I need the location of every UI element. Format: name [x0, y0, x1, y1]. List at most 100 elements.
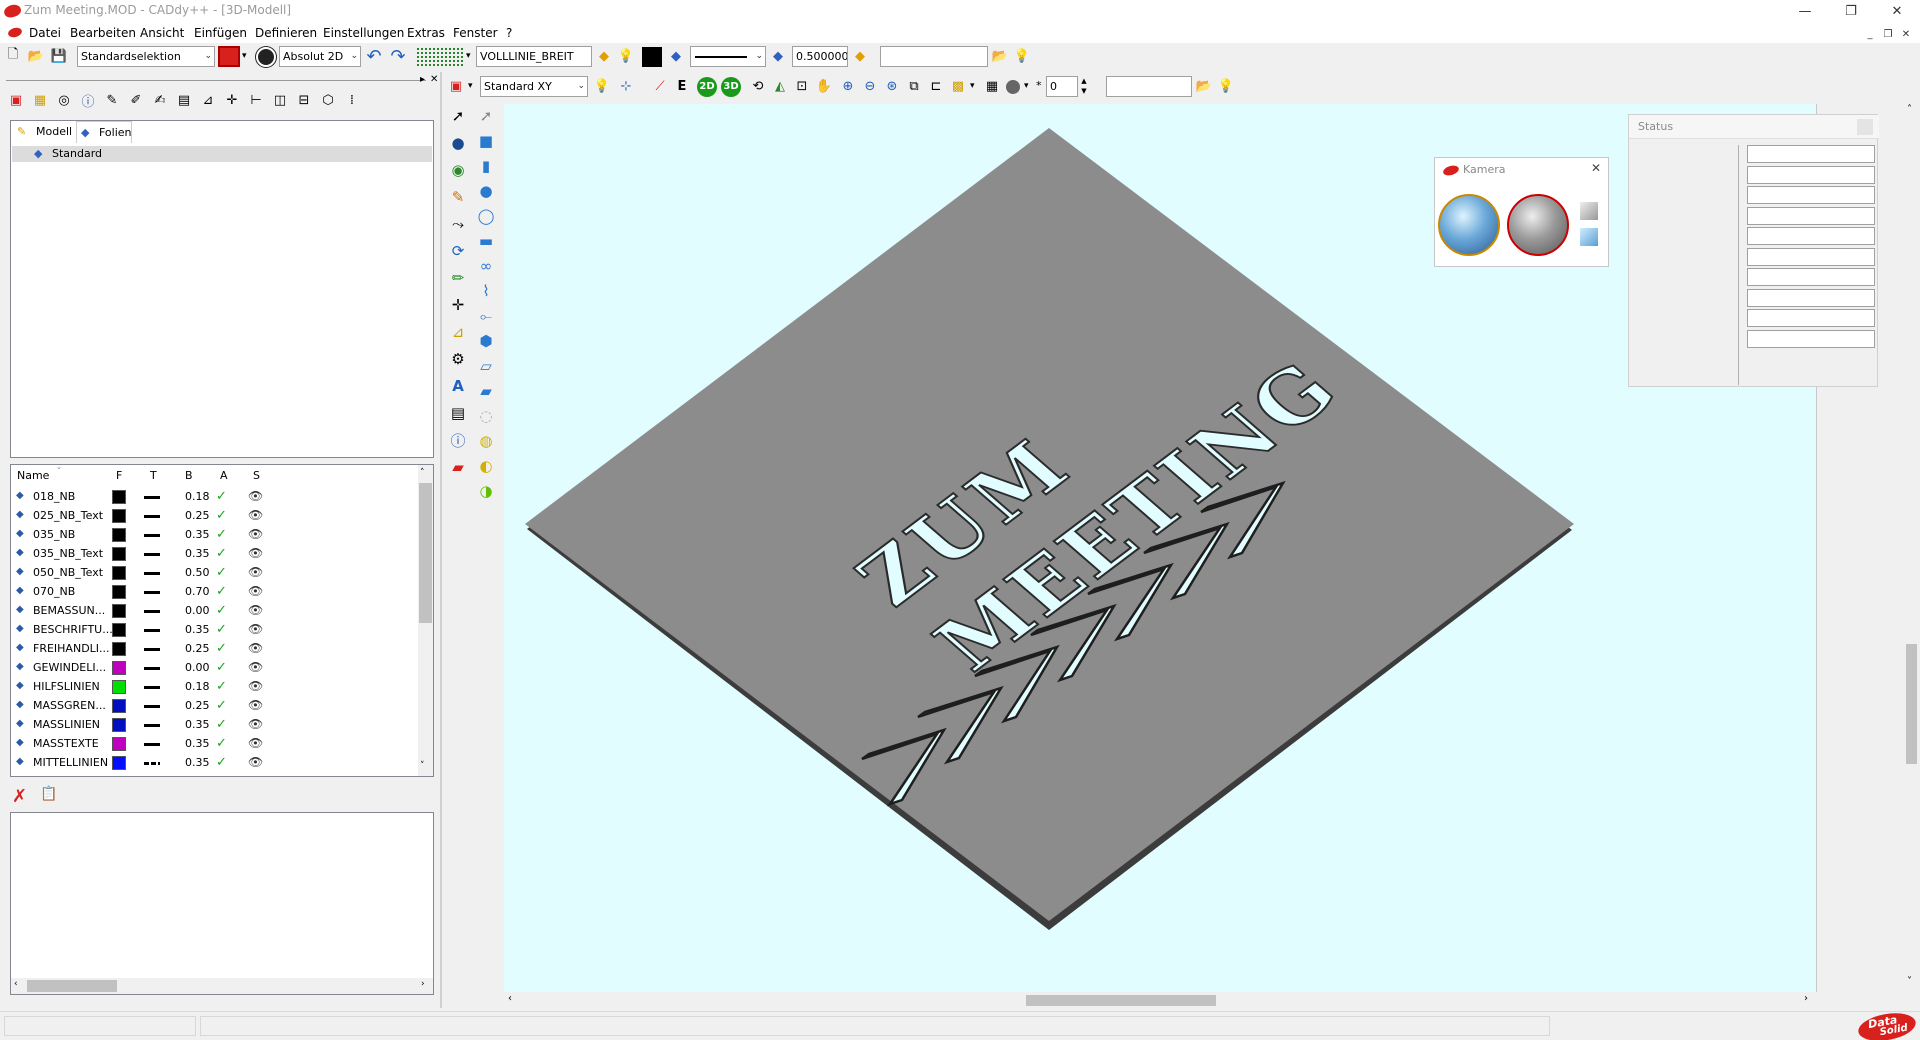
- box-icon[interactable]: ◫: [270, 90, 290, 110]
- col-name-header[interactable]: Name: [17, 468, 49, 484]
- layer-color-swatch[interactable]: [112, 661, 126, 675]
- view-3d-button[interactable]: 3D: [721, 77, 741, 97]
- section-icon[interactable]: ⊏: [926, 76, 946, 96]
- layer-scrollbar[interactable]: ˄ ˅: [418, 465, 433, 776]
- zoom-out-icon[interactable]: ⊖: [860, 76, 880, 96]
- refresh-icon[interactable]: ⟳: [446, 239, 470, 263]
- chevron-up-icon[interactable]: ˄: [420, 468, 425, 478]
- selection-filter-icon[interactable]: [218, 46, 240, 67]
- layer-row[interactable]: ◆ 070_NB 0.70 ✓ 👁: [12, 582, 417, 601]
- loft-icon[interactable]: ⬢: [474, 329, 498, 353]
- text-tool-icon[interactable]: A: [446, 374, 470, 398]
- linetype-name-field[interactable]: VOLLLINIE_BREIT: [476, 46, 592, 67]
- layer-row[interactable]: ◆ 025_NB_Text 0.25 ✓ 👁: [12, 506, 417, 525]
- check-icon[interactable]: ✓: [216, 639, 227, 658]
- layer-color-swatch[interactable]: [112, 566, 126, 580]
- layer-stack-icon[interactable]: ◆: [594, 46, 614, 66]
- hatch-icon[interactable]: ▤: [174, 90, 194, 110]
- bulb-icon[interactable]: 💡: [592, 76, 612, 96]
- check-icon[interactable]: ✓: [216, 525, 227, 544]
- view-cube-icon[interactable]: ▣: [446, 76, 466, 96]
- restore-button[interactable]: ❐: [1828, 0, 1874, 23]
- layer-linetype[interactable]: [144, 743, 160, 746]
- splitter[interactable]: [440, 72, 442, 1008]
- layer-width[interactable]: 0.35: [185, 620, 210, 639]
- hatch-icon[interactable]: ▤: [446, 401, 470, 425]
- layer-linetype[interactable]: [144, 686, 160, 689]
- hatch-view-icon[interactable]: ▦: [982, 76, 1002, 96]
- layer-row[interactable]: ◆ HILFSLINIEN 0.18 ✓ 👁: [12, 677, 417, 696]
- chevron-down-icon[interactable]: ▾: [466, 51, 471, 61]
- check-icon[interactable]: ✓: [216, 544, 227, 563]
- chevron-down-icon[interactable]: ˅: [1907, 976, 1912, 987]
- layer-row[interactable]: ◆ MASSGREN... 0.25 ✓ 👁: [12, 696, 417, 715]
- view-2d-button[interactable]: 2D: [697, 77, 717, 97]
- menu-bearbeiten[interactable]: Bearbeiten: [70, 23, 136, 43]
- layer-linetype[interactable]: [144, 572, 160, 575]
- menu-help[interactable]: ?: [506, 23, 512, 43]
- snap-mode-icon[interactable]: [256, 47, 276, 67]
- camera-cube-blue-icon[interactable]: [1580, 228, 1598, 246]
- view-plane-select[interactable]: Standard XY ⌄: [480, 76, 588, 97]
- chevron-left-icon[interactable]: ‹: [14, 979, 18, 989]
- layer-color-swatch[interactable]: [112, 604, 126, 618]
- material-icon[interactable]: [1006, 80, 1020, 94]
- menu-datei[interactable]: Datei: [29, 23, 61, 43]
- scrollbar-thumb[interactable]: [27, 980, 117, 992]
- layer-row[interactable]: ◆ BESCHRIFTU... 0.35 ✓ 👁: [12, 620, 417, 639]
- sphere-solid-icon[interactable]: ●: [474, 179, 498, 203]
- layer-manager-icon[interactable]: ▣: [6, 90, 26, 110]
- mdi-restore-button[interactable]: ❐: [1880, 27, 1896, 43]
- settings-icon[interactable]: ⚙: [446, 347, 470, 371]
- box-solid-icon[interactable]: ■: [474, 129, 498, 153]
- layer-width[interactable]: 0.00: [185, 601, 210, 620]
- select-solid-icon[interactable]: ➚: [474, 104, 498, 128]
- layer-color-swatch[interactable]: [112, 585, 126, 599]
- eye-icon[interactable]: 👁: [248, 525, 263, 544]
- layer-linetype[interactable]: [144, 762, 160, 765]
- layer-width[interactable]: 0.18: [185, 487, 210, 506]
- coord-mode-select[interactable]: Absolut 2D ⌄: [279, 46, 361, 67]
- fillet-icon[interactable]: ◑: [474, 479, 498, 503]
- eye-icon[interactable]: 👁: [248, 563, 263, 582]
- layer-color-swatch[interactable]: [112, 642, 126, 656]
- col-s-header[interactable]: S: [253, 468, 260, 484]
- edge-icon[interactable]: E: [672, 76, 692, 96]
- layer-row[interactable]: ◆ BEMASSUN... 0.00 ✓ 👁: [12, 601, 417, 620]
- zoom-previous-icon[interactable]: ⧉: [904, 76, 924, 96]
- dimension-icon[interactable]: ⊿: [446, 320, 470, 344]
- tab-folien[interactable]: ◆ Folien: [76, 121, 132, 143]
- subtract-icon[interactable]: ◍: [474, 429, 498, 453]
- layer-width[interactable]: 0.35: [185, 715, 210, 734]
- layer-row[interactable]: ◆ MASSLINIEN 0.35 ✓ 👁: [12, 715, 417, 734]
- zoom-window-icon[interactable]: ⊡: [792, 76, 812, 96]
- trim-icon[interactable]: ⊿: [198, 90, 218, 110]
- sphere-icon[interactable]: ●: [446, 131, 470, 155]
- orbit-icon[interactable]: ⟲: [748, 76, 768, 96]
- info-icon[interactable]: ⓘ: [446, 428, 470, 452]
- layer-width[interactable]: 0.70: [185, 582, 210, 601]
- path-icon[interactable]: ⤳: [446, 212, 470, 236]
- mdi-close-button[interactable]: ✕: [1898, 27, 1914, 43]
- layer-stack-icon[interactable]: ◆: [768, 46, 788, 66]
- redo-icon[interactable]: ↷: [388, 46, 408, 67]
- layer-linetype[interactable]: [144, 724, 160, 727]
- layer-color-swatch[interactable]: [112, 756, 126, 770]
- line-tool-icon[interactable]: ⟋: [650, 76, 670, 96]
- color-swatch-button[interactable]: [642, 47, 662, 67]
- layer-linetype[interactable]: [144, 553, 160, 556]
- union-icon[interactable]: ◌: [474, 404, 498, 428]
- check-icon[interactable]: ✓: [216, 620, 227, 639]
- pointer-icon[interactable]: ➚: [446, 104, 470, 128]
- layer-row[interactable]: ◆ MITTELLINIEN 0.35 ✓ 👁: [12, 753, 417, 772]
- layer-row[interactable]: ◆ GEWINDELI... 0.00 ✓ 👁: [12, 658, 417, 677]
- dimension-icon[interactable]: ⊢: [246, 90, 266, 110]
- camera-close-button[interactable]: ✕: [1591, 161, 1601, 175]
- menu-definieren[interactable]: Definieren: [255, 23, 317, 43]
- eye-icon[interactable]: 👁: [248, 753, 263, 772]
- layer-linetype[interactable]: [144, 648, 160, 651]
- check-icon[interactable]: ✓: [216, 658, 227, 677]
- chevron-down-icon[interactable]: ▾: [242, 51, 247, 61]
- check-icon[interactable]: ✓: [216, 601, 227, 620]
- scrollbar-thumb[interactable]: [1906, 644, 1917, 764]
